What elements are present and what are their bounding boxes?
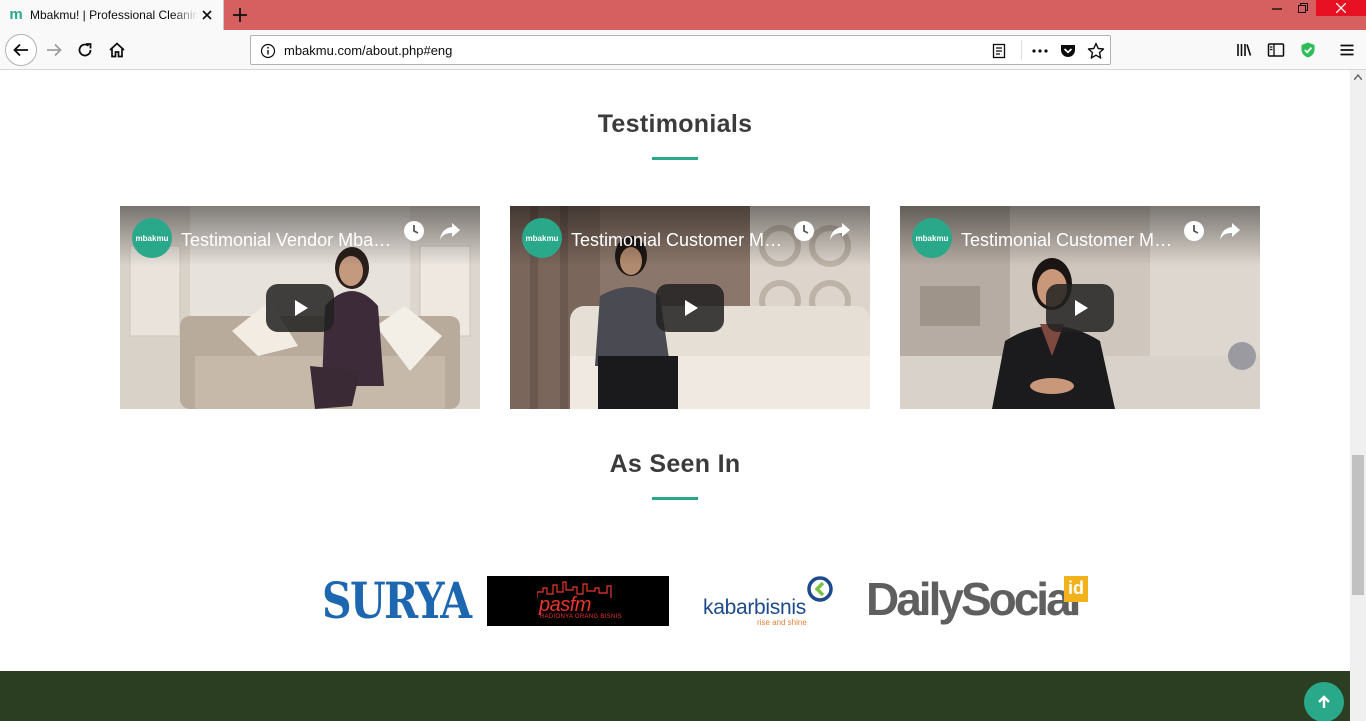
watch-later-icon[interactable] <box>403 220 425 247</box>
library-icon[interactable] <box>1230 36 1258 64</box>
channel-avatar[interactable]: mbakmu <box>132 218 172 258</box>
browser-tab-active[interactable]: m Mbakmu! | Professional Cleaning <box>0 0 224 30</box>
channel-avatar[interactable]: mbakmu <box>522 218 562 258</box>
as-seen-in-heading: As Seen In <box>609 450 741 478</box>
share-icon[interactable] <box>828 220 852 247</box>
video-title[interactable]: Testimonial Customer Mbakmu <box>961 230 1176 251</box>
navigation-toolbar: mbakmu.com/about.php#eng <box>0 30 1366 70</box>
pasfm-tagline: RADIONYA ORANG BISNIS <box>540 614 622 620</box>
play-button[interactable] <box>656 284 724 332</box>
testimonial-video-3[interactable]: mbakmu Testimonial Customer Mbakmu <box>900 206 1260 409</box>
kabarbisnis-tagline: rise and shine <box>757 618 807 627</box>
video-title[interactable]: Testimonial Vendor Mbakmu <box>181 230 396 251</box>
arrow-up-icon <box>1318 695 1330 708</box>
watch-later-icon[interactable] <box>1183 220 1205 247</box>
address-bar[interactable]: mbakmu.com/about.php#eng <box>250 35 1111 65</box>
channel-avatar[interactable]: mbakmu <box>912 218 952 258</box>
testimonials-underline <box>652 157 698 160</box>
pocket-icon[interactable] <box>1059 42 1077 60</box>
play-icon <box>295 300 308 316</box>
kabarbisnis-mark-icon <box>807 576 833 602</box>
surya-logo: SURYA <box>322 571 472 630</box>
new-tab-icon[interactable] <box>230 5 250 25</box>
home-icon <box>109 42 125 58</box>
testimonial-video-2[interactable]: mbakmu Testimonial Customer Mbakmu <box>510 206 870 409</box>
reload-button[interactable] <box>71 36 99 64</box>
play-button[interactable] <box>1046 284 1114 332</box>
back-button[interactable] <box>5 34 37 66</box>
shield-icon[interactable] <box>1294 36 1322 64</box>
share-icon[interactable] <box>1218 220 1242 247</box>
arrow-left-icon <box>13 43 28 57</box>
kabarbisnis-logo: kabarbisnis rise and shine <box>703 576 835 628</box>
more-dots-icon[interactable] <box>1031 42 1049 60</box>
share-icon[interactable] <box>438 220 462 247</box>
testimonial-video-1[interactable]: mbakmu Testimonial Vendor Mbakmu <box>120 206 480 409</box>
scroll-up-arrow-icon[interactable] <box>1354 74 1362 80</box>
url-text[interactable]: mbakmu.com/about.php#eng <box>284 43 452 58</box>
page-viewport: Testimonials mbakmu Testimonial Vendor M… <box>0 70 1350 721</box>
watch-later-icon[interactable] <box>793 220 815 247</box>
site-info-icon[interactable] <box>260 43 276 64</box>
close-window-icon[interactable] <box>1316 0 1366 16</box>
reader-view-icon[interactable] <box>990 42 1008 60</box>
dailysocial-id-badge: id <box>1064 576 1088 602</box>
page-footer <box>0 671 1350 721</box>
dailysocial-logo: DailySocial id <box>866 572 1088 628</box>
testimonials-heading: Testimonials <box>597 110 753 138</box>
url-divider <box>1021 40 1022 60</box>
site-favicon-icon: m <box>9 6 23 23</box>
video-title[interactable]: Testimonial Customer Mbakmu <box>571 230 786 251</box>
close-tab-icon[interactable] <box>199 7 215 23</box>
scrollbar-thumb[interactable] <box>1352 455 1364 595</box>
star-icon[interactable] <box>1087 42 1105 60</box>
dailysocial-name: DailySocial <box>866 573 1081 625</box>
forward-button[interactable] <box>40 36 68 64</box>
play-button[interactable] <box>266 284 334 332</box>
tab-bar: m Mbakmu! | Professional Cleaning <box>0 0 1366 30</box>
back-to-top-button[interactable] <box>1304 682 1344 721</box>
home-button[interactable] <box>103 36 131 64</box>
hamburger-icon[interactable] <box>1333 36 1361 64</box>
tab-title: Mbakmu! | Professional Cleaning <box>30 8 198 22</box>
reload-icon <box>78 43 92 57</box>
play-icon <box>1075 300 1088 316</box>
pasfm-logo: pasfm RADIONYA ORANG BISNIS <box>487 576 669 626</box>
sidebar-icon[interactable] <box>1262 36 1290 64</box>
arrow-right-icon <box>47 43 62 57</box>
page-scrollbar[interactable] <box>1350 70 1366 721</box>
as-seen-in-underline <box>652 497 698 500</box>
play-icon <box>685 300 698 316</box>
kabarbisnis-name: kabarbisnis <box>703 596 806 619</box>
